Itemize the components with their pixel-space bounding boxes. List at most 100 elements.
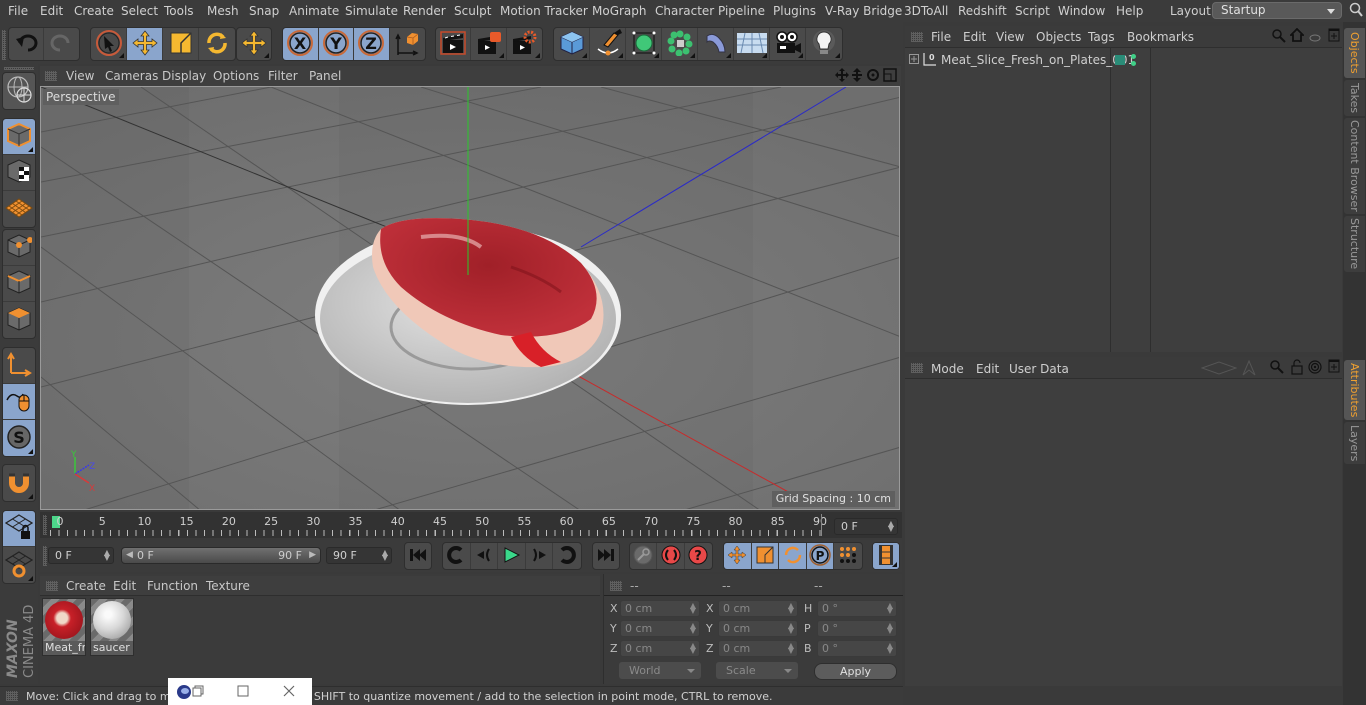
camera-button[interactable] [770, 28, 806, 60]
move-tool-button[interactable] [127, 28, 163, 60]
camera-label[interactable]: Perspective [43, 89, 119, 105]
y-axis-lock-button[interactable]: Y [318, 28, 354, 60]
menu-sculpt[interactable]: Sculpt [454, 4, 491, 18]
subdivision-surface-button[interactable] [626, 28, 662, 60]
rot-p-field[interactable]: 0 ° ▲ ▼ [817, 620, 897, 637]
render-visibility-dot[interactable] [1131, 61, 1136, 66]
cube-button[interactable] [554, 28, 590, 60]
menu-create[interactable]: Create [74, 4, 114, 18]
viewport-menu-filter[interactable]: Filter [268, 69, 298, 83]
dolly-icon[interactable] [851, 68, 863, 85]
menu-select[interactable]: Select [121, 4, 158, 18]
layer-color-swatch[interactable] [1115, 55, 1125, 65]
new-panel-icon[interactable] [1328, 28, 1340, 45]
object-row[interactable]: 0 Meat_Slice_Fresh_on_Plates_001 [905, 50, 1342, 70]
model-mode-button[interactable] [3, 119, 35, 155]
object-menu-file[interactable]: File [931, 30, 951, 44]
menu-plugins[interactable]: Plugins [773, 4, 816, 18]
toggle-icon[interactable] [1309, 31, 1321, 45]
menu-mesh[interactable]: Mesh [207, 4, 239, 18]
tab-objects[interactable]: Objects [1344, 28, 1365, 78]
menu-animate[interactable]: Animate [289, 4, 339, 18]
size-x-field[interactable]: 0 cm ▲ ▼ [718, 600, 798, 617]
next-key-button[interactable] [553, 543, 581, 569]
pos-z-field[interactable]: 0 cm ▲ ▼ [620, 640, 700, 657]
search-icon[interactable] [1272, 29, 1286, 46]
menu-tools[interactable]: Tools [164, 4, 194, 18]
timeline-grip[interactable] [43, 515, 47, 535]
viewport-menu-display[interactable]: Display [162, 69, 206, 83]
menu-snap[interactable]: Snap [249, 4, 279, 18]
coordinate-space-dropdown[interactable]: World [619, 662, 701, 679]
polygons-mode-button[interactable] [3, 302, 35, 338]
autokeying-button[interactable] [657, 543, 685, 569]
pos-x-field[interactable]: 0 cm ▲ ▼ [620, 600, 700, 617]
previous-key-button[interactable] [443, 543, 471, 569]
close-window-icon[interactable] [283, 685, 295, 700]
timeline-window-button[interactable] [873, 543, 899, 569]
coordinates-grip[interactable] [610, 581, 622, 591]
menu-pipeline[interactable]: Pipeline [718, 4, 765, 18]
object-menu-objects[interactable]: Objects [1036, 30, 1081, 44]
keyframe-selection-button[interactable]: ? [685, 543, 712, 569]
range-left-arrow-icon[interactable]: ◀ [126, 550, 133, 560]
menu-window[interactable]: Window [1058, 4, 1105, 18]
point-level-animation-button[interactable] [834, 543, 862, 569]
search-icon[interactable] [1349, 2, 1363, 21]
menu-script[interactable]: Script [1015, 4, 1050, 18]
live-selection-button[interactable] [91, 28, 127, 60]
timeline-ruler[interactable]: 0 5 10 15 20 25 30 35 40 45 50 55 60 65 70 75 80 85 90 0 F… [40, 512, 902, 538]
play-button[interactable] [498, 543, 526, 569]
tab-attributes[interactable]: Attributes [1344, 360, 1365, 420]
texture-mode-button[interactable] [3, 155, 35, 191]
coordinate-system-button[interactable] [390, 28, 425, 60]
tab-structure[interactable]: Structure [1344, 216, 1365, 272]
menu-vray-bridge[interactable]: V-Ray Bridge [825, 4, 902, 18]
attribute-menu-edit[interactable]: Edit [976, 362, 999, 376]
scale-tool-button[interactable] [163, 28, 199, 60]
redo-button[interactable] [44, 28, 79, 60]
viewport-menu-options[interactable]: Options [213, 69, 259, 83]
axis-mode-button[interactable] [3, 348, 35, 384]
viewport-menu-view[interactable]: View [66, 69, 94, 83]
transport-grip[interactable] [43, 546, 47, 566]
viewport-grip[interactable] [45, 71, 57, 81]
editor-visibility-dot[interactable] [1131, 54, 1136, 59]
apply-button[interactable]: Apply [814, 663, 897, 680]
menu-character[interactable]: Character [655, 4, 714, 18]
position-track-button[interactable] [724, 543, 752, 569]
material-menu-texture[interactable]: Texture [206, 579, 250, 593]
x-axis-lock-button[interactable]: X [283, 28, 319, 60]
viewport-menu-panel[interactable]: Panel [309, 69, 341, 83]
rotate-tool-button[interactable] [199, 28, 235, 60]
attribute-menu-mode[interactable]: Mode [931, 362, 964, 376]
menu-3dtoall[interactable]: 3DToAll [904, 4, 948, 18]
viewport-menu-cameras[interactable]: Cameras [105, 69, 158, 83]
previous-frame-button[interactable] [471, 543, 499, 569]
pan-icon[interactable] [835, 68, 849, 85]
restore-window-icon[interactable] [192, 685, 204, 700]
size-y-field[interactable]: 0 cm ▲ ▼ [718, 620, 798, 637]
bend-deformer-button[interactable] [698, 28, 734, 60]
range-right-arrow-icon[interactable]: ▶ [309, 550, 316, 560]
object-menu-view[interactable]: View [996, 30, 1024, 44]
attribute-menu-user-data[interactable]: User Data [1009, 362, 1069, 376]
maximize-view-icon[interactable] [883, 68, 897, 85]
maximize-window-icon[interactable] [237, 685, 249, 700]
menu-redshift[interactable]: Redshift [958, 4, 1007, 18]
expand-icon[interactable] [909, 53, 919, 67]
make-editable-button[interactable] [3, 73, 35, 109]
end-frame-field[interactable]: 90 F ▲ ▼ [326, 547, 392, 564]
menu-help[interactable]: Help [1116, 4, 1143, 18]
render-view-button[interactable] [436, 28, 472, 60]
snap-button[interactable] [3, 465, 35, 501]
pos-y-field[interactable]: 0 cm ▲ ▼ [620, 620, 700, 637]
home-icon[interactable] [1288, 27, 1306, 45]
edges-mode-button[interactable] [3, 266, 35, 302]
menu-edit[interactable]: Edit [40, 4, 63, 18]
cloner-button[interactable] [662, 28, 698, 60]
recent-tool-button[interactable] [237, 28, 271, 60]
layout-dropdown[interactable]: Startup [1212, 2, 1342, 19]
tab-content-browser[interactable]: Content Browser [1344, 118, 1365, 214]
object-name[interactable]: Meat_Slice_Fresh_on_Plates_001 [941, 53, 1135, 67]
